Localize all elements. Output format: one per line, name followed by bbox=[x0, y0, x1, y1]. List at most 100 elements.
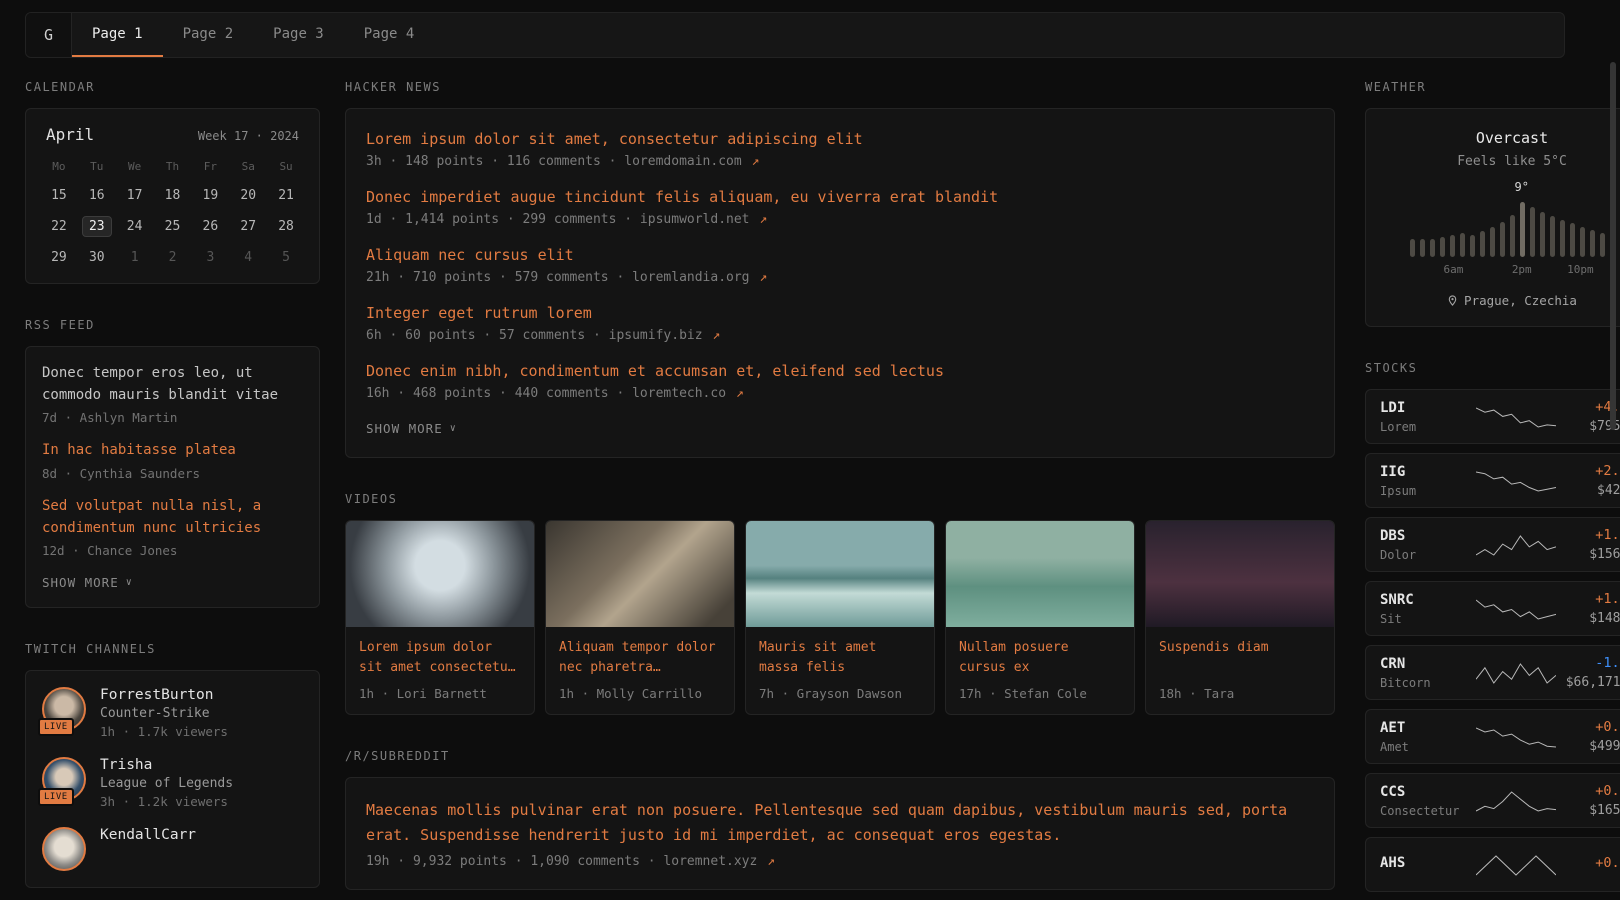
calendar-widget-title: CALENDAR bbox=[25, 80, 320, 94]
video-title[interactable]: Lorem ipsum dolor sit amet consectetu… bbox=[359, 638, 521, 678]
channel-meta: 3h · 1.2k viewers bbox=[100, 794, 233, 809]
calendar-day[interactable]: 29 bbox=[40, 242, 78, 273]
weather-widget-title: WEATHER bbox=[1365, 80, 1620, 94]
tab-page-4[interactable]: Page 4 bbox=[344, 13, 435, 57]
right-column: WEATHER Overcast Feels like 5°C 9° 6am2p… bbox=[1365, 80, 1620, 900]
video-title[interactable]: Suspendis diam bbox=[1159, 638, 1321, 678]
video-card[interactable]: Suspendis diam 18h · Tara bbox=[1145, 520, 1335, 715]
calendar-day-header: Sa bbox=[229, 154, 267, 180]
hn-item-title[interactable]: Donec imperdiet augue tincidunt felis al… bbox=[366, 187, 1314, 208]
hn-show-more-button[interactable]: SHOW MORE ∨ bbox=[366, 421, 457, 436]
video-thumbnail[interactable] bbox=[746, 521, 934, 627]
rss-item-title[interactable]: Sed volutpat nulla nisl, a condimentum n… bbox=[42, 496, 303, 539]
calendar-day-header: We bbox=[116, 154, 154, 180]
video-card[interactable]: Aliquam tempor dolor nec pharetra… 1h · … bbox=[545, 520, 735, 715]
calendar-day[interactable]: 20 bbox=[229, 180, 267, 211]
calendar-day[interactable]: 4 bbox=[229, 242, 267, 273]
scrollbar-thumb[interactable] bbox=[1610, 62, 1616, 430]
stock-row[interactable]: IIG Ipsum +2.84% $42.04 bbox=[1365, 453, 1620, 508]
video-title[interactable]: Nullam posuere cursus ex bbox=[959, 638, 1121, 678]
columns: CALENDAR April Week 17 · 2024 MoTuWeThFr… bbox=[25, 80, 1565, 900]
calendar-day[interactable]: 5 bbox=[267, 242, 305, 273]
hn-item: Integer eget rutrum lorem 6h · 60 points… bbox=[366, 303, 1314, 343]
calendar-day-selected[interactable]: 23 bbox=[78, 211, 116, 242]
stock-name: Dolor bbox=[1380, 548, 1476, 562]
hn-item-meta-text: 16h · 468 points · 440 comments · loremt… bbox=[366, 386, 726, 401]
channel-name[interactable]: Trisha bbox=[100, 757, 233, 773]
calendar-day[interactable]: 30 bbox=[78, 242, 116, 273]
stock-row[interactable]: CCS Consectetur +0.51% $165.84 bbox=[1365, 773, 1620, 828]
stock-price: $42.04 bbox=[1556, 483, 1620, 498]
external-link-icon[interactable]: ↗ bbox=[752, 154, 760, 169]
avatar: LIVE bbox=[42, 757, 86, 801]
logo[interactable]: G bbox=[26, 13, 72, 57]
weather-axis-label: 2pm bbox=[1512, 263, 1532, 276]
video-thumbnail[interactable] bbox=[946, 521, 1134, 627]
calendar-day[interactable]: 3 bbox=[191, 242, 229, 273]
external-link-icon[interactable]: ↗ bbox=[759, 212, 767, 227]
video-thumbnail[interactable] bbox=[346, 521, 534, 627]
hn-item-title[interactable]: Aliquam nec cursus elit bbox=[366, 245, 1314, 266]
weather-bar bbox=[1450, 235, 1455, 257]
stock-row[interactable]: DBS Dolor +1.42% $156.28 bbox=[1365, 517, 1620, 572]
video-thumbnail[interactable] bbox=[546, 521, 734, 627]
calendar-day[interactable]: 27 bbox=[229, 211, 267, 242]
calendar-day[interactable]: 26 bbox=[191, 211, 229, 242]
rss-show-more-button[interactable]: SHOW MORE ∨ bbox=[42, 575, 133, 590]
channel-name[interactable]: ForrestBurton bbox=[100, 687, 228, 703]
stock-row[interactable]: SNRC Sit +1.36% $148.64 bbox=[1365, 581, 1620, 636]
hn-item-meta-text: 1d · 1,414 points · 299 comments · ipsum… bbox=[366, 212, 750, 227]
weather-bar bbox=[1510, 215, 1515, 257]
stock-change: +1.36% bbox=[1556, 591, 1620, 607]
calendar-day-header: Su bbox=[267, 154, 305, 180]
calendar-day[interactable]: 28 bbox=[267, 211, 305, 242]
video-card[interactable]: Lorem ipsum dolor sit amet consectetu… 1… bbox=[345, 520, 535, 715]
stock-price: $66,171.48 bbox=[1556, 675, 1620, 690]
calendar-day[interactable]: 2 bbox=[154, 242, 192, 273]
stock-row[interactable]: CRN Bitcorn -1.00% $66,171.48 bbox=[1365, 645, 1620, 700]
calendar-day[interactable]: 15 bbox=[40, 180, 78, 211]
calendar-day[interactable]: 1 bbox=[116, 242, 154, 273]
calendar-day[interactable]: 18 bbox=[154, 180, 192, 211]
stock-row[interactable]: LDI Lorem +4.35% $795.18 bbox=[1365, 389, 1620, 444]
calendar-day[interactable]: 24 bbox=[116, 211, 154, 242]
external-link-icon[interactable]: ↗ bbox=[759, 270, 767, 285]
calendar-day-header: Tu bbox=[78, 154, 116, 180]
video-title[interactable]: Mauris sit amet massa felis bbox=[759, 638, 921, 678]
twitch-channel-row[interactable]: KendallCarr bbox=[42, 827, 303, 871]
subreddit-post-title[interactable]: Maecenas mollis pulvinar erat non posuer… bbox=[366, 798, 1314, 848]
calendar-day[interactable]: 16 bbox=[78, 180, 116, 211]
tab-page-1[interactable]: Page 1 bbox=[72, 13, 163, 57]
tab-page-2[interactable]: Page 2 bbox=[163, 13, 254, 57]
channel-game: League of Legends bbox=[100, 776, 233, 791]
hn-item-title[interactable]: Lorem ipsum dolor sit amet, consectetur … bbox=[366, 129, 1314, 150]
video-card[interactable]: Mauris sit amet massa felis 7h · Grayson… bbox=[745, 520, 935, 715]
hn-item-title[interactable]: Donec enim nibh, condimentum et accumsan… bbox=[366, 361, 1314, 382]
stock-row[interactable]: AET Amet +0.92% $499.72 bbox=[1365, 709, 1620, 764]
video-card[interactable]: Nullam posuere cursus ex 17h · Stefan Co… bbox=[945, 520, 1135, 715]
external-link-icon[interactable]: ↗ bbox=[767, 854, 775, 869]
tab-page-3[interactable]: Page 3 bbox=[253, 13, 344, 57]
video-title[interactable]: Aliquam tempor dolor nec pharetra… bbox=[559, 638, 721, 678]
calendar-day[interactable]: 21 bbox=[267, 180, 305, 211]
calendar-day-header: Fr bbox=[191, 154, 229, 180]
twitch-channel-row[interactable]: LIVE Trisha League of Legends 3h · 1.2k … bbox=[42, 757, 303, 809]
hn-item: Donec enim nibh, condimentum et accumsan… bbox=[366, 361, 1314, 401]
rss-item-title[interactable]: In hac habitasse platea bbox=[42, 440, 303, 462]
stock-row[interactable]: AHS +0.46% bbox=[1365, 837, 1620, 892]
video-thumbnail[interactable] bbox=[1146, 521, 1334, 627]
video-meta: 1h · Molly Carrillo bbox=[559, 686, 721, 701]
calendar-day[interactable]: 17 bbox=[116, 180, 154, 211]
calendar-day[interactable]: 19 bbox=[191, 180, 229, 211]
external-link-icon[interactable]: ↗ bbox=[712, 328, 720, 343]
twitch-channel-row[interactable]: LIVE ForrestBurton Counter-Strike 1h · 1… bbox=[42, 687, 303, 739]
external-link-icon[interactable]: ↗ bbox=[736, 386, 744, 401]
rss-item-title[interactable]: Donec tempor eros leo, ut commodo mauris… bbox=[42, 363, 303, 406]
calendar-day[interactable]: 25 bbox=[154, 211, 192, 242]
calendar-day[interactable]: 22 bbox=[40, 211, 78, 242]
hn-item-meta: 16h · 468 points · 440 comments · loremt… bbox=[366, 386, 1314, 401]
channel-name[interactable]: KendallCarr bbox=[100, 827, 196, 843]
video-meta: 1h · Lori Barnett bbox=[359, 686, 521, 701]
hn-item-title[interactable]: Integer eget rutrum lorem bbox=[366, 303, 1314, 324]
hackernews-card: Lorem ipsum dolor sit amet, consectetur … bbox=[345, 108, 1335, 458]
